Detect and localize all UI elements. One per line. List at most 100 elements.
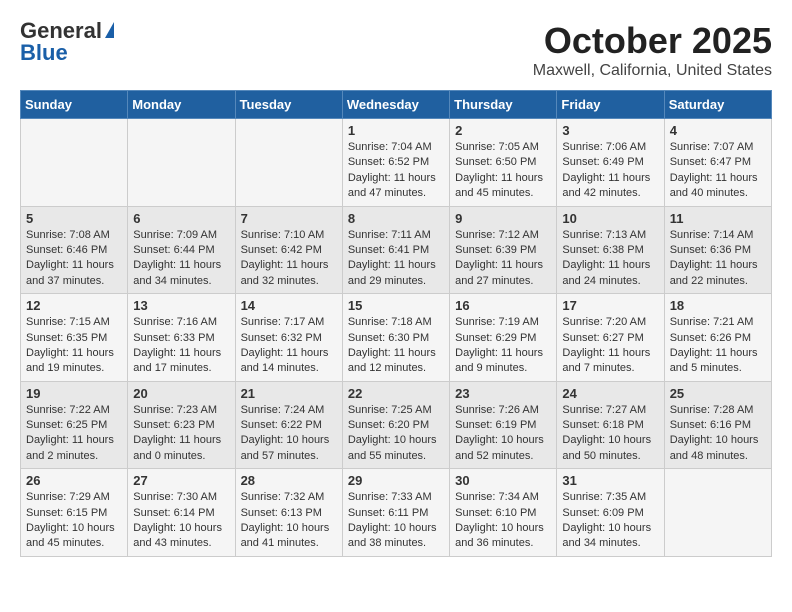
day-info: Daylight: 10 hours and 45 minutes. [26, 521, 122, 552]
day-number: 9 [455, 211, 551, 226]
calendar-row: 26Sunrise: 7:29 AMSunset: 6:15 PMDayligh… [21, 469, 772, 557]
day-info: Daylight: 11 hours and 17 minutes. [133, 346, 229, 377]
day-info: Sunrise: 7:15 AM [26, 315, 122, 330]
day-number: 23 [455, 386, 551, 401]
day-info: Sunset: 6:22 PM [241, 418, 337, 433]
day-info: Sunrise: 7:21 AM [670, 315, 766, 330]
day-info: Sunset: 6:30 PM [348, 331, 444, 346]
day-info: Sunrise: 7:22 AM [26, 403, 122, 418]
day-info: Daylight: 10 hours and 34 minutes. [562, 521, 658, 552]
logo-blue-text: Blue [20, 42, 68, 64]
day-number: 25 [670, 386, 766, 401]
day-info: Sunrise: 7:11 AM [348, 228, 444, 243]
day-info: Sunset: 6:11 PM [348, 506, 444, 521]
day-info: Daylight: 11 hours and 40 minutes. [670, 171, 766, 202]
day-info: Sunrise: 7:20 AM [562, 315, 658, 330]
day-info: Sunrise: 7:05 AM [455, 140, 551, 155]
title-block: October 2025 Maxwell, California, United… [533, 20, 772, 80]
day-number: 7 [241, 211, 337, 226]
day-number: 5 [26, 211, 122, 226]
day-number: 1 [348, 123, 444, 138]
day-info: Sunrise: 7:26 AM [455, 403, 551, 418]
calendar-title: October 2025 [533, 20, 772, 62]
day-info: Sunset: 6:52 PM [348, 155, 444, 170]
calendar-cell: 7Sunrise: 7:10 AMSunset: 6:42 PMDaylight… [235, 206, 342, 294]
day-info: Sunset: 6:27 PM [562, 331, 658, 346]
day-number: 31 [562, 473, 658, 488]
day-info: Sunset: 6:09 PM [562, 506, 658, 521]
day-info: Daylight: 11 hours and 47 minutes. [348, 171, 444, 202]
header-cell-monday: Monday [128, 91, 235, 119]
day-info: Daylight: 11 hours and 29 minutes. [348, 258, 444, 289]
day-info: Sunset: 6:32 PM [241, 331, 337, 346]
day-info: Sunrise: 7:32 AM [241, 490, 337, 505]
day-info: Sunset: 6:50 PM [455, 155, 551, 170]
calendar-cell: 27Sunrise: 7:30 AMSunset: 6:14 PMDayligh… [128, 469, 235, 557]
day-info: Sunrise: 7:06 AM [562, 140, 658, 155]
day-info: Sunset: 6:14 PM [133, 506, 229, 521]
calendar-cell: 8Sunrise: 7:11 AMSunset: 6:41 PMDaylight… [342, 206, 449, 294]
day-info: Daylight: 10 hours and 41 minutes. [241, 521, 337, 552]
day-info: Sunset: 6:18 PM [562, 418, 658, 433]
day-number: 19 [26, 386, 122, 401]
day-number: 18 [670, 298, 766, 313]
day-info: Daylight: 11 hours and 24 minutes. [562, 258, 658, 289]
calendar-cell: 26 Sunrise: 7:29 AMSunset: 6:15 PMDayligh… [21, 469, 128, 557]
day-info: Daylight: 11 hours and 37 minutes. [26, 258, 122, 289]
calendar-row: 12Sunrise: 7:15 AMSunset: 6:35 PMDayligh… [21, 294, 772, 382]
day-info: Sunrise: 7:04 AM [348, 140, 444, 155]
calendar-cell: 11Sunrise: 7:14 AMSunset: 6:36 PMDayligh… [664, 206, 771, 294]
calendar-cell: 15Sunrise: 7:18 AMSunset: 6:30 PMDayligh… [342, 294, 449, 382]
calendar-cell: 17Sunrise: 7:20 AMSunset: 6:27 PMDayligh… [557, 294, 664, 382]
day-info: Sunrise: 7:14 AM [670, 228, 766, 243]
day-number: 10 [562, 211, 658, 226]
calendar-cell: 22Sunrise: 7:25 AMSunset: 6:20 PMDayligh… [342, 381, 449, 469]
calendar-cell: 6Sunrise: 7:09 AMSunset: 6:44 PMDaylight… [128, 206, 235, 294]
day-info: Sunset: 6:33 PM [133, 331, 229, 346]
day-info: Sunrise: 7:34 AM [455, 490, 551, 505]
calendar-row: 1Sunrise: 7:04 AMSunset: 6:52 PMDaylight… [21, 119, 772, 207]
day-info: Sunset: 6:39 PM [455, 243, 551, 258]
calendar-cell: 10Sunrise: 7:13 AMSunset: 6:38 PMDayligh… [557, 206, 664, 294]
day-info: Sunrise: 7:23 AM [133, 403, 229, 418]
day-number: 26 [26, 473, 122, 488]
day-info: Sunset: 6:19 PM [455, 418, 551, 433]
day-info: Sunset: 6:26 PM [670, 331, 766, 346]
day-number: 8 [348, 211, 444, 226]
day-info: Sunset: 6:20 PM [348, 418, 444, 433]
day-info: Sunset: 6:42 PM [241, 243, 337, 258]
day-info: Daylight: 10 hours and 55 minutes. [348, 433, 444, 464]
day-info: Sunset: 6:36 PM [670, 243, 766, 258]
day-info: Daylight: 10 hours and 50 minutes. [562, 433, 658, 464]
calendar-cell: 29Sunrise: 7:33 AMSunset: 6:11 PMDayligh… [342, 469, 449, 557]
day-info: Daylight: 11 hours and 32 minutes. [241, 258, 337, 289]
day-number: 12 [26, 298, 122, 313]
day-info: Sunrise: 7:18 AM [348, 315, 444, 330]
day-info: Sunset: 6:25 PM [26, 418, 122, 433]
day-info: Sunset: 6:13 PM [241, 506, 337, 521]
day-number: 13 [133, 298, 229, 313]
day-info: Sunset: 6:15 PM [26, 506, 122, 521]
day-info: Sunset: 6:47 PM [670, 155, 766, 170]
day-info: Sunrise: 7:12 AM [455, 228, 551, 243]
day-info: Daylight: 10 hours and 48 minutes. [670, 433, 766, 464]
calendar-cell: 2 Sunrise: 7:05 AMSunset: 6:50 PMDaylight… [450, 119, 557, 207]
day-info: Daylight: 11 hours and 45 minutes. [455, 171, 551, 202]
day-info: Daylight: 11 hours and 0 minutes. [133, 433, 229, 464]
day-number: 2 [455, 123, 551, 138]
day-number: 3 [562, 123, 658, 138]
header-cell-sunday: Sunday [21, 91, 128, 119]
calendar-cell: 12Sunrise: 7:15 AMSunset: 6:35 PMDayligh… [21, 294, 128, 382]
day-number: 6 [133, 211, 229, 226]
header-cell-saturday: Saturday [664, 91, 771, 119]
header-cell-tuesday: Tuesday [235, 91, 342, 119]
calendar-cell: 4Sunrise: 7:07 AMSunset: 6:47 PMDaylight… [664, 119, 771, 207]
day-info: Daylight: 11 hours and 22 minutes. [670, 258, 766, 289]
day-info: Sunrise: 7:33 AM [348, 490, 444, 505]
day-info: Sunset: 6:49 PM [562, 155, 658, 170]
calendar-cell: 31Sunrise: 7:35 AMSunset: 6:09 PMDayligh… [557, 469, 664, 557]
day-number: 15 [348, 298, 444, 313]
day-info: Sunrise: 7:25 AM [348, 403, 444, 418]
day-info: Sunrise: 7:29 AM [26, 490, 122, 505]
day-info: Sunrise: 7:07 AM [670, 140, 766, 155]
